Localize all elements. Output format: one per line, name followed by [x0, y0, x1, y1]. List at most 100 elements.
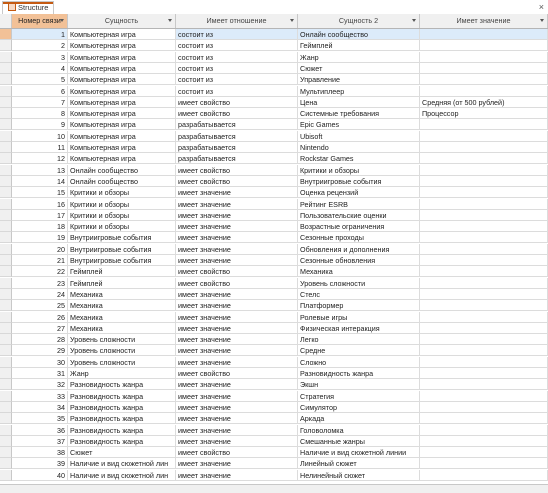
- cell-relation[interactable]: имеет значение: [176, 469, 298, 481]
- cell-value[interactable]: [420, 221, 548, 233]
- cell-entity-2[interactable]: Линейный сюжет: [298, 458, 420, 470]
- column-header-entity[interactable]: Сущность: [68, 14, 176, 28]
- cell-id[interactable]: 4: [12, 62, 68, 74]
- cell-entity-2[interactable]: Онлайн сообщество: [298, 29, 420, 40]
- row-selector[interactable]: [0, 255, 12, 266]
- table-row[interactable]: 16 Критики и обзоры имеет значение Рейтинг …: [0, 198, 548, 210]
- cell-entity-2[interactable]: Смешанные жанры: [298, 435, 420, 447]
- row-selector[interactable]: [0, 119, 12, 131]
- cell-entity-2[interactable]: Системные требования: [298, 108, 420, 120]
- cell-relation[interactable]: состоит из: [176, 51, 298, 63]
- cell-entity[interactable]: Разновидность жанра: [68, 390, 176, 402]
- cell-relation[interactable]: имеет значение: [176, 255, 298, 266]
- cell-entity[interactable]: Компьютерная игра: [68, 51, 176, 63]
- cell-id[interactable]: 34: [12, 401, 68, 413]
- cell-id[interactable]: 3: [12, 51, 68, 63]
- cell-value[interactable]: [420, 356, 548, 368]
- cell-entity[interactable]: Компьютерная игра: [68, 119, 176, 131]
- cell-id[interactable]: 27: [12, 322, 68, 334]
- cell-relation[interactable]: имеет значение: [176, 334, 298, 346]
- tab-structure[interactable]: Structure: [2, 1, 55, 14]
- cell-entity[interactable]: Компьютерная игра: [68, 96, 176, 108]
- cell-entity[interactable]: Компьютерная игра: [68, 40, 176, 52]
- cell-relation[interactable]: состоит из: [176, 62, 298, 74]
- table-row[interactable]: 7 Компьютерная игра имеет свойство Цена Сред…: [0, 96, 548, 108]
- cell-entity-2[interactable]: Механика: [298, 266, 420, 278]
- table-row[interactable]: 10 Компьютерная игра разрабатывается Ubisof…: [0, 130, 548, 142]
- cell-entity[interactable]: Механика: [68, 311, 176, 323]
- cell-entity[interactable]: Механика: [68, 322, 176, 334]
- cell-relation[interactable]: имеет свойство: [176, 96, 298, 108]
- cell-entity-2[interactable]: Разновидность жанра: [298, 368, 420, 379]
- cell-relation[interactable]: имеет значение: [176, 379, 298, 391]
- row-selector[interactable]: [0, 300, 12, 312]
- cell-id[interactable]: 30: [12, 356, 68, 368]
- cell-relation[interactable]: имеет свойство: [176, 164, 298, 176]
- row-selector[interactable]: [0, 74, 12, 86]
- cell-id[interactable]: 10: [12, 130, 68, 142]
- cell-id[interactable]: 31: [12, 368, 68, 379]
- cell-entity-2[interactable]: Физическая интеракция: [298, 322, 420, 334]
- cell-entity[interactable]: Разновидность жанра: [68, 413, 176, 425]
- table-row[interactable]: 2 Компьютерная игра состоит из Геймплей: [0, 40, 548, 52]
- cell-entity-2[interactable]: Сложно: [298, 356, 420, 368]
- cell-id[interactable]: 39: [12, 458, 68, 470]
- row-selector[interactable]: [0, 458, 12, 470]
- cell-entity[interactable]: Уровень сложности: [68, 356, 176, 368]
- row-selector[interactable]: [0, 266, 12, 278]
- cell-id[interactable]: 20: [12, 243, 68, 255]
- cell-relation[interactable]: имеет значение: [176, 243, 298, 255]
- table-row[interactable]: 29 Уровень сложности имеет значение Средне: [0, 345, 548, 357]
- table-row[interactable]: 19 Внутриигровые события имеет значение Сез…: [0, 232, 548, 244]
- cell-value[interactable]: [420, 153, 548, 165]
- sort-dropdown-icon[interactable]: [290, 19, 294, 22]
- sort-dropdown-icon[interactable]: [540, 19, 544, 22]
- table-row[interactable]: 33 Разновидность жанра имеет значение Страт…: [0, 390, 548, 402]
- cell-entity[interactable]: Критики и обзоры: [68, 209, 176, 221]
- cell-value[interactable]: [420, 322, 548, 334]
- row-selector[interactable]: [0, 447, 12, 459]
- cell-id[interactable]: 18: [12, 221, 68, 233]
- cell-id[interactable]: 37: [12, 435, 68, 447]
- cell-entity-2[interactable]: Легко: [298, 334, 420, 346]
- cell-entity[interactable]: Уровень сложности: [68, 345, 176, 357]
- cell-relation[interactable]: имеет свойство: [176, 266, 298, 278]
- cell-relation[interactable]: имеет значение: [176, 390, 298, 402]
- cell-relation[interactable]: имеет свойство: [176, 447, 298, 459]
- cell-value[interactable]: [420, 447, 548, 459]
- row-selector[interactable]: [0, 142, 12, 153]
- cell-entity-2[interactable]: Жанр: [298, 51, 420, 63]
- cell-entity-2[interactable]: Управление: [298, 74, 420, 86]
- cell-value[interactable]: [420, 458, 548, 470]
- row-selector[interactable]: [0, 187, 12, 199]
- cell-value[interactable]: [420, 277, 548, 289]
- table-row[interactable]: 31 Жанр имеет свойство Разновидность жанра: [0, 368, 548, 379]
- cell-relation[interactable]: имеет свойство: [176, 368, 298, 379]
- cell-entity-2[interactable]: Сюжет: [298, 62, 420, 74]
- cell-entity-2[interactable]: Ролевые игры: [298, 311, 420, 323]
- cell-entity-2[interactable]: Сезонные обновления: [298, 255, 420, 266]
- cell-id[interactable]: 24: [12, 288, 68, 300]
- table-row[interactable]: 27 Механика имеет значение Физическая интер…: [0, 322, 548, 334]
- cell-relation[interactable]: разрабатывается: [176, 119, 298, 131]
- cell-id[interactable]: 38: [12, 447, 68, 459]
- table-row[interactable]: 21 Внутриигровые события имеет значение Сез…: [0, 255, 548, 266]
- cell-entity-2[interactable]: Платформер: [298, 300, 420, 312]
- cell-entity-2[interactable]: Сезонные проходы: [298, 232, 420, 244]
- cell-entity-2[interactable]: Нелинейный сюжет: [298, 469, 420, 481]
- row-selector[interactable]: [0, 51, 12, 63]
- table-row[interactable]: 40 Наличие и вид сюжетной лин имеет значен…: [0, 469, 548, 481]
- cell-value[interactable]: [420, 142, 548, 153]
- row-selector[interactable]: [0, 198, 12, 210]
- column-header-value[interactable]: Имеет значение: [420, 14, 548, 28]
- table-row[interactable]: 24 Механика имеет значение Стелс: [0, 288, 548, 300]
- cell-id[interactable]: 14: [12, 175, 68, 187]
- cell-entity[interactable]: Наличие и вид сюжетной лин: [68, 469, 176, 481]
- table-row[interactable]: 9 Компьютерная игра разрабатывается Epic Ga…: [0, 119, 548, 131]
- sort-dropdown-icon[interactable]: [412, 19, 416, 22]
- cell-value[interactable]: [420, 198, 548, 210]
- cell-relation[interactable]: имеет значение: [176, 322, 298, 334]
- cell-entity-2[interactable]: Мультиплеер: [298, 85, 420, 97]
- cell-relation[interactable]: состоит из: [176, 40, 298, 52]
- row-selector[interactable]: [0, 401, 12, 413]
